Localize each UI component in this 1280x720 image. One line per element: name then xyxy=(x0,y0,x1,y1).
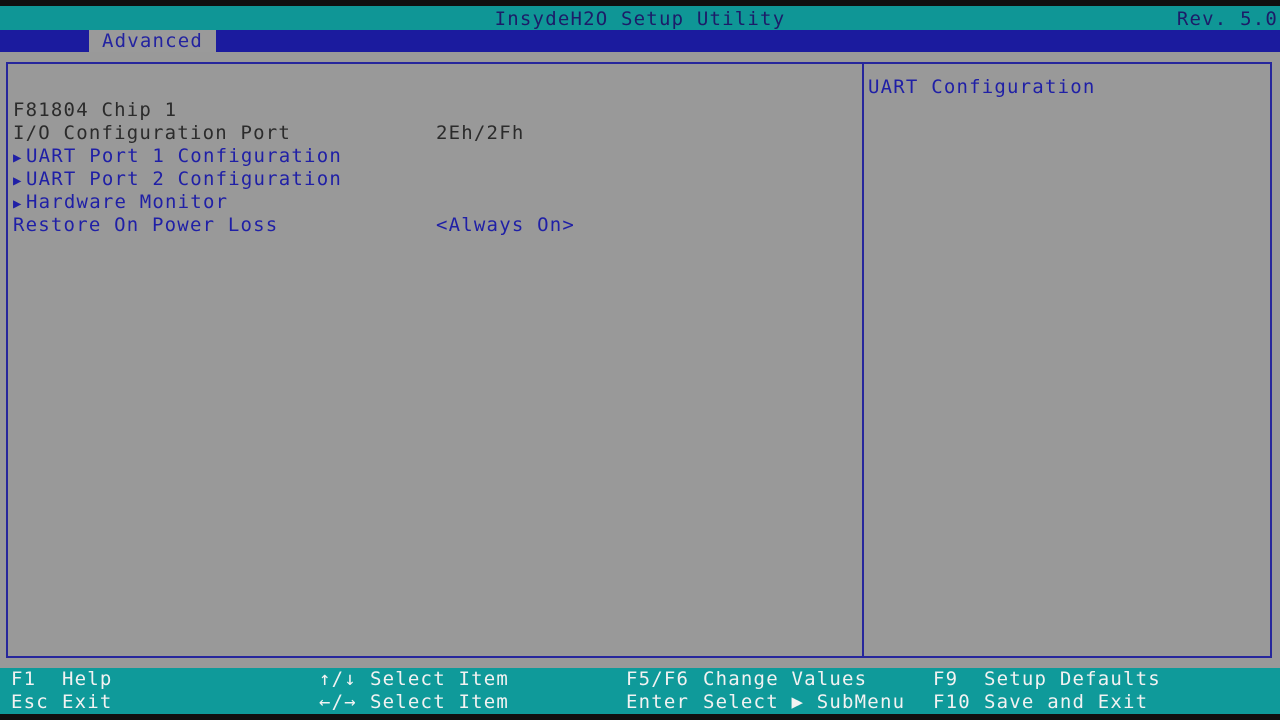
key-action: Select Item xyxy=(370,668,510,690)
key-hint-f5-f6-action: Change Values xyxy=(703,668,867,691)
key-action: Help xyxy=(62,668,113,690)
key-label: Enter xyxy=(626,691,690,713)
key-hint-esc-action: Exit xyxy=(62,691,113,714)
title-bar: InsydeH2O Setup Utility Rev. 5.0 xyxy=(0,6,1280,30)
key-label: F10 xyxy=(933,691,971,713)
key-hint-esc: Esc xyxy=(11,691,49,714)
menu-item-label: I/O Configuration Port xyxy=(13,122,292,144)
menu-item-value: 2Eh/2Fh xyxy=(436,122,525,144)
app-title: InsydeH2O Setup Utility xyxy=(494,8,786,30)
submenu-arrow-icon: ▶ xyxy=(13,196,23,212)
key-hint-up-down: ↑/↓ xyxy=(319,668,357,691)
key-action: Exit xyxy=(62,691,113,713)
key-hint-f9: F9 xyxy=(933,668,958,691)
key-hint-f1-action: Help xyxy=(62,668,113,691)
section-title-label: F81804 Chip 1 xyxy=(13,99,178,121)
menu-item-label: Restore On Power Loss xyxy=(13,214,279,236)
key-hint-left-right-action: Select Item xyxy=(370,691,509,714)
key-hint-f9-action: Setup Defaults xyxy=(984,668,1161,691)
key-label: ↑/↓ xyxy=(319,668,357,690)
menu-item-label: Hardware Monitor xyxy=(26,191,229,213)
settings-panel: F81804 Chip 1 I/O Configuration Port 2Eh… xyxy=(6,62,864,658)
main-area: F81804 Chip 1 I/O Configuration Port 2Eh… xyxy=(0,52,1280,668)
key-label: ←/→ xyxy=(319,691,357,713)
revision-label: Rev. 5.0 xyxy=(1176,8,1278,30)
key-hint-left-right: ←/→ xyxy=(319,691,357,714)
key-action: Change Values xyxy=(703,668,868,690)
key-label: F1 xyxy=(11,668,37,690)
key-action: Save and Exit xyxy=(984,691,1149,713)
key-label: F9 xyxy=(933,668,959,690)
key-legend-footer: F1 Help Esc Exit ↑/↓ Select Item ←/→ Sel… xyxy=(0,668,1280,714)
menu-item-label: UART Port 1 Configuration xyxy=(26,145,342,167)
key-hint-enter: Enter xyxy=(626,691,689,714)
key-action: Select ▶ SubMenu xyxy=(703,691,906,713)
key-hint-enter-action: Select ▶ SubMenu xyxy=(703,691,905,714)
key-action: Setup Defaults xyxy=(984,668,1161,690)
tab-advanced[interactable]: Advanced xyxy=(89,30,216,52)
restore-on-power-loss-value[interactable]: <Always On> xyxy=(436,214,575,236)
submenu-arrow-icon: ▶ xyxy=(13,173,23,189)
help-panel: UART Configuration xyxy=(864,62,1272,658)
key-hint-f10: F10 xyxy=(933,691,971,714)
key-hint-f10-action: Save and Exit xyxy=(984,691,1148,714)
key-hint-f5-f6: F5/F6 xyxy=(626,668,689,691)
key-label: Esc xyxy=(11,691,49,713)
menu-item-label: UART Port 2 Configuration xyxy=(26,168,342,190)
tab-bar: Advanced xyxy=(0,30,1280,52)
key-hint-f1: F1 xyxy=(11,668,36,691)
key-action: Select Item xyxy=(370,691,510,713)
bios-setup-screen: InsydeH2O Setup Utility Rev. 5.0 Advance… xyxy=(0,0,1280,720)
key-hint-up-down-action: Select Item xyxy=(370,668,509,691)
help-text: UART Configuration xyxy=(868,76,1096,98)
submenu-arrow-icon: ▶ xyxy=(13,150,23,166)
key-label: F5/F6 xyxy=(626,668,690,690)
